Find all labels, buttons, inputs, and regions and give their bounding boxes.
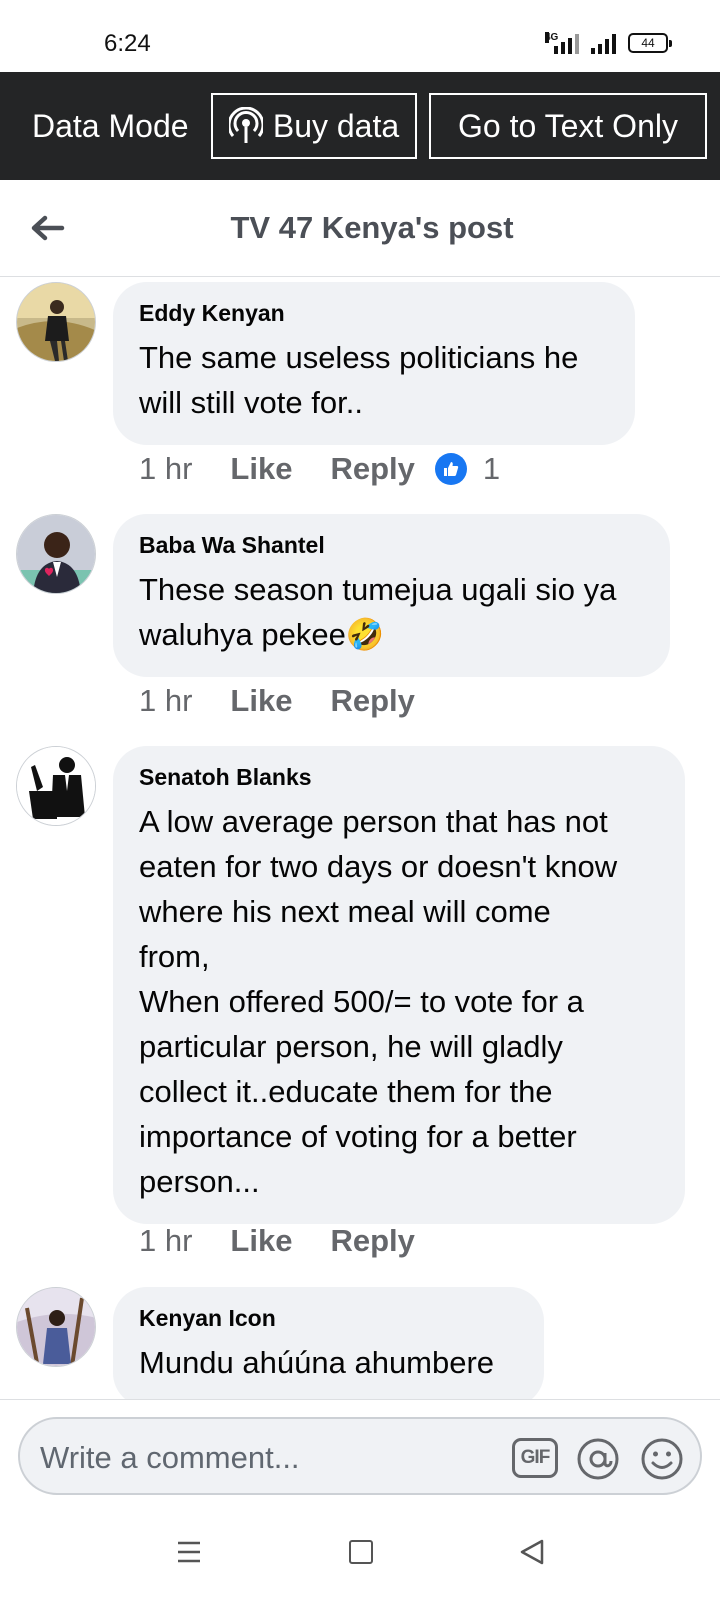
comment-author[interactable]: Senatoh Blanks bbox=[139, 764, 659, 791]
comment-actions: 1 hr Like Reply bbox=[139, 1223, 435, 1259]
emoji-icon[interactable] bbox=[640, 1437, 684, 1481]
network-type-label: 4G bbox=[545, 32, 559, 43]
comment-text: These season tumejua ugali sio ya waluhy… bbox=[139, 567, 644, 657]
reply-button[interactable]: Reply bbox=[330, 1223, 414, 1259]
text-only-label: Go to Text Only bbox=[458, 107, 678, 144]
comment-bubble: Eddy Kenyan The same useless politicians… bbox=[113, 282, 635, 445]
like-button[interactable]: Like bbox=[230, 1223, 292, 1259]
recent-apps-icon[interactable] bbox=[176, 1540, 202, 1564]
comment-bubble: Kenyan Icon Mundu ahúúna ahumbere bbox=[113, 1287, 544, 1399]
data-mode-bar: Data Mode Buy data Go to Text Only bbox=[0, 72, 720, 180]
comment-text: Mundu ahúúna ahumbere bbox=[139, 1345, 495, 1380]
avatar[interactable] bbox=[16, 514, 96, 594]
avatar[interactable] bbox=[16, 1287, 96, 1367]
page-title: TV 47 Kenya's post bbox=[230, 210, 514, 245]
comment-time: 1 hr bbox=[139, 1223, 193, 1258]
mention-icon[interactable] bbox=[576, 1437, 620, 1481]
comment-author[interactable]: Eddy Kenyan bbox=[139, 300, 609, 327]
broadcast-icon bbox=[228, 107, 263, 143]
home-icon[interactable] bbox=[349, 1540, 373, 1564]
comment-text: A low average person that has not eaten … bbox=[139, 804, 618, 1199]
gif-icon[interactable]: GIF bbox=[512, 1438, 558, 1478]
comment-time: 1 hr bbox=[139, 683, 193, 718]
signal-4g-icon: 4G bbox=[545, 32, 579, 54]
rolling-laughing-emoji: 🤣 bbox=[345, 617, 385, 652]
status-icons: 4G 44 bbox=[545, 30, 672, 56]
buy-data-button[interactable]: Buy data bbox=[211, 93, 417, 159]
comment-actions: 1 hr Like Reply bbox=[139, 683, 435, 719]
signal-icon bbox=[591, 32, 616, 54]
avatar[interactable] bbox=[16, 746, 96, 826]
reaction-count: 1 bbox=[482, 451, 501, 486]
status-bar: 6:24 4G 44 bbox=[0, 0, 720, 72]
comments-list: Eddy Kenyan The same useless politicians… bbox=[0, 277, 720, 1399]
reply-button[interactable]: Reply bbox=[330, 451, 414, 487]
post-header: TV 47 Kenya's post bbox=[0, 180, 720, 277]
comment-time: 1 hr bbox=[139, 451, 193, 486]
system-nav-bar bbox=[0, 1500, 720, 1600]
battery-icon: 44 bbox=[628, 33, 672, 53]
comment-input[interactable] bbox=[40, 1439, 480, 1477]
comment-bubble: Senatoh Blanks A low average person that… bbox=[113, 746, 685, 1224]
like-button[interactable]: Like bbox=[230, 451, 292, 487]
text-only-button[interactable]: Go to Text Only bbox=[429, 93, 707, 159]
buy-data-label: Buy data bbox=[272, 107, 400, 144]
comment-text: The same useless politicians he will sti… bbox=[139, 340, 579, 420]
reply-button[interactable]: Reply bbox=[330, 683, 414, 719]
composer-box[interactable]: GIF bbox=[18, 1417, 702, 1495]
comment-author[interactable]: Baba Wa Shantel bbox=[139, 532, 644, 559]
comment-bubble: Baba Wa Shantel These season tumejua uga… bbox=[113, 514, 670, 677]
reaction-summary[interactable]: 1 bbox=[434, 451, 501, 487]
comment-author[interactable]: Kenyan Icon bbox=[139, 1305, 518, 1332]
data-mode-label: Data Mode bbox=[32, 107, 189, 144]
like-button[interactable]: Like bbox=[230, 683, 292, 719]
battery-level: 44 bbox=[641, 36, 655, 50]
comment-actions: 1 hr Like Reply 1 bbox=[139, 451, 500, 487]
comment-composer: GIF bbox=[0, 1399, 720, 1499]
avatar[interactable] bbox=[16, 282, 96, 362]
thumbs-up-icon bbox=[434, 453, 467, 485]
status-time: 6:24 bbox=[104, 30, 151, 57]
back-triangle-icon[interactable] bbox=[518, 1538, 546, 1566]
